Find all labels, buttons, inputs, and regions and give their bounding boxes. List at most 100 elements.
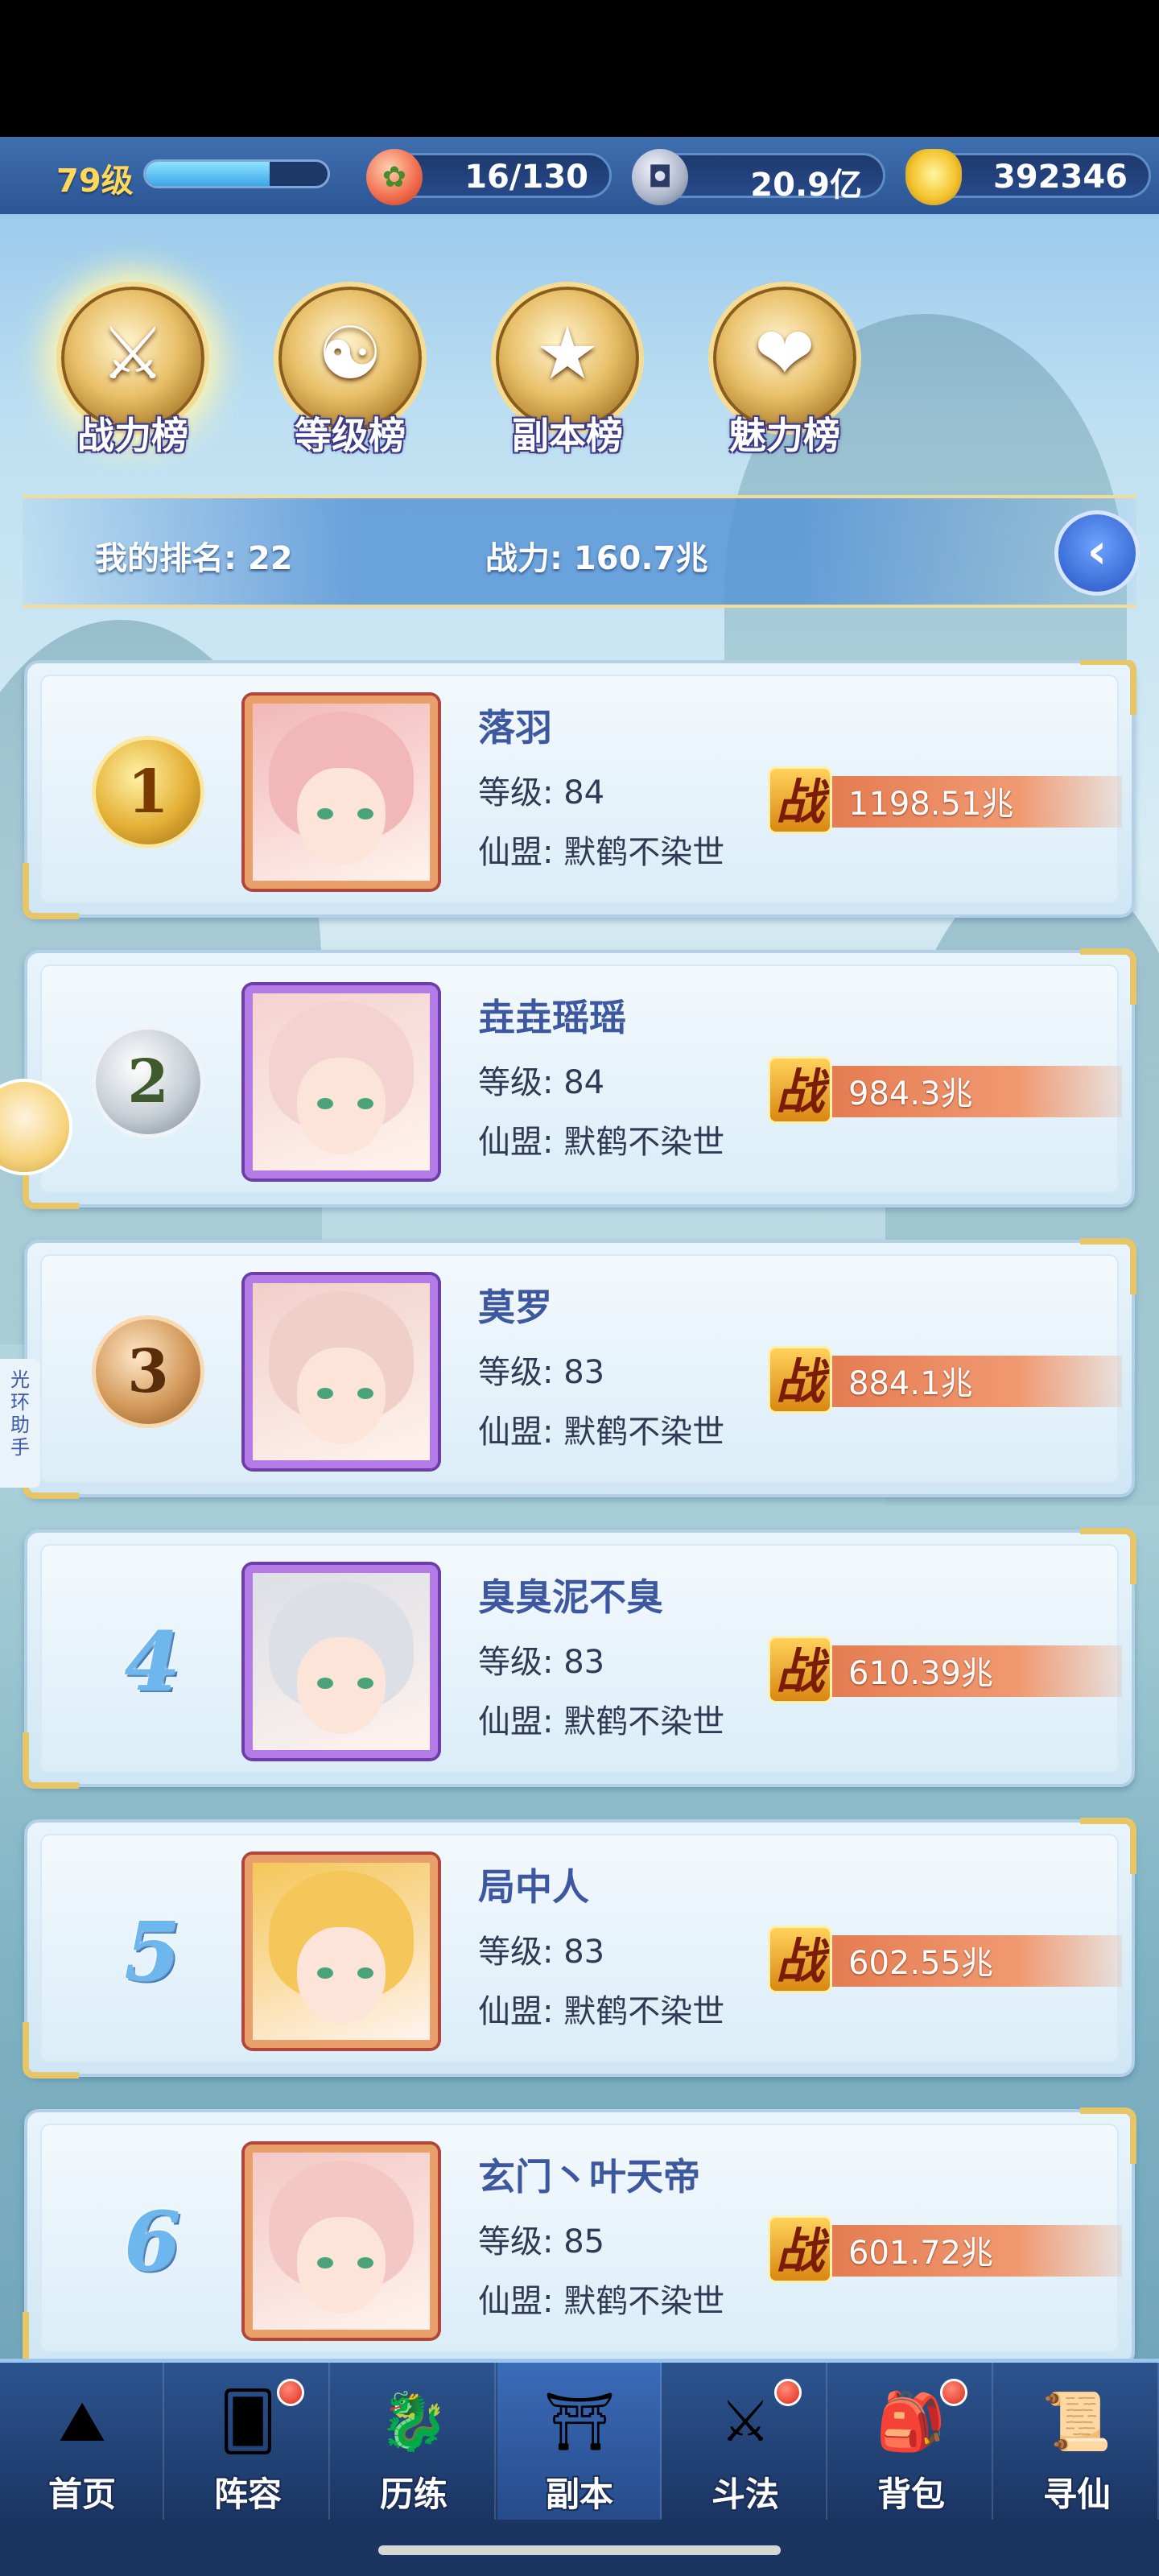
power-value: 601.72兆 [848, 2235, 993, 2272]
nav-item[interactable]: 🐉 历练 [332, 2363, 496, 2524]
player-name: 莫罗 [478, 1286, 552, 1329]
rank-number: 5 [124, 1904, 180, 1999]
avatar-eye [357, 808, 373, 819]
nav-icon: ⛩ [543, 2388, 616, 2454]
player-avatar[interactable] [245, 985, 438, 1179]
avatar-eye [357, 1678, 373, 1689]
side-assistant-tab[interactable]: 光环助手 [0, 1359, 40, 1488]
player-avatar[interactable] [245, 2145, 438, 2338]
player-guild: 仙盟: 默鹤不染世 [478, 834, 725, 871]
player-avatar[interactable] [245, 696, 438, 889]
ranking-card[interactable]: 5 局中人 等级: 83 仙盟: 默鹤不染世 战 602.55兆 [23, 1818, 1136, 2079]
rank-medal-icon: 2 [92, 1026, 204, 1138]
exp-progress-bar [143, 159, 330, 188]
avatar-eye [357, 2257, 373, 2268]
avatar-eye [317, 1388, 333, 1399]
tab-dungeon-ranking[interactable]: ★ 副本榜 [467, 266, 668, 475]
tab-label: 副本榜 [512, 414, 623, 457]
player-guild: 仙盟: 默鹤不染世 [478, 2283, 725, 2320]
nav-label: 首页 [47, 2475, 116, 2514]
power-value: 602.55兆 [848, 1945, 993, 1982]
avatar-eye [317, 2257, 333, 2268]
player-guild: 仙盟: 默鹤不染世 [478, 1703, 725, 1740]
ranking-card[interactable]: 4 臭臭泥不臭 等级: 83 仙盟: 默鹤不染世 战 610.39兆 [23, 1528, 1136, 1789]
power-value: 984.3兆 [848, 1075, 973, 1113]
battle-power-icon: 战 [768, 1056, 832, 1124]
tab-level-ranking[interactable]: ☯ 等级榜 [250, 266, 451, 475]
battle-power-icon: 战 [768, 1346, 832, 1414]
corner-ornament [1080, 660, 1136, 715]
corner-ornament [23, 2022, 79, 2079]
nav-item[interactable]: 📜 寻仙 [995, 2363, 1159, 2524]
my-rank-label: 我的排名: 22 [95, 540, 293, 577]
avatar-eye [357, 1967, 373, 1979]
nav-item[interactable]: ⛩ 副本 [497, 2363, 662, 2524]
nav-item[interactable]: ⛰ 首页 [0, 2363, 164, 2524]
ranking-tabs: ⚔ 战力榜 ☯ 等级榜 ★ 副本榜 ❤ 魅力榜 [0, 266, 1159, 475]
corner-ornament [1080, 1528, 1136, 1584]
ranking-card[interactable]: 2 垚垚瑶瑶 等级: 84 仙盟: 默鹤不染世 战 984.3兆 [23, 948, 1136, 1209]
ranking-card[interactable]: 3 莫罗 等级: 83 仙盟: 默鹤不染世 战 884.1兆 [23, 1238, 1136, 1499]
tab-power-ranking[interactable]: ⚔ 战力榜 [32, 266, 233, 475]
player-name: 局中人 [478, 1865, 589, 1909]
player-avatar[interactable] [245, 1275, 438, 1468]
avatar-eye [317, 1678, 333, 1689]
home-indicator-area [0, 2520, 1159, 2576]
ranking-card[interactable]: 1 落羽 等级: 84 仙盟: 默鹤不染世 战 1198.51兆 [23, 660, 1136, 919]
avatar-eye [317, 1098, 333, 1109]
avatar-eye [317, 1967, 333, 1979]
player-level: 等级: 83 [478, 1354, 605, 1391]
rank-number: 2 [127, 1047, 169, 1117]
nav-label: 副本 [545, 2475, 613, 2514]
player-guild: 仙盟: 默鹤不染世 [478, 1124, 725, 1161]
nav-icon: ⛰ [58, 2388, 106, 2454]
avatar-eye [317, 808, 333, 819]
ranking-card[interactable]: 6 玄门丶叶天帝 等级: 85 仙盟: 默鹤不染世 战 601.72兆 [23, 2107, 1136, 2359]
power-value: 884.1兆 [848, 1365, 973, 1402]
stamina-pill[interactable]: ✿ 16/130 [366, 149, 612, 205]
status-bar [0, 0, 1159, 137]
corner-ornament [1080, 2107, 1136, 2164]
power-value: 610.39兆 [848, 1655, 993, 1692]
corner-ornament [1080, 1238, 1136, 1294]
rank-number: 4 [124, 1614, 180, 1709]
nav-item[interactable]: 🎒 背包 [829, 2363, 993, 2524]
corner-ornament [1080, 1818, 1136, 1874]
notification-dot [774, 2379, 802, 2406]
tab-label: 战力榜 [77, 414, 188, 457]
back-button[interactable]: ‹ [1054, 510, 1140, 596]
player-avatar[interactable] [245, 1855, 438, 2048]
ranking-list[interactable]: 1 落羽 等级: 84 仙盟: 默鹤不染世 战 1198.51兆 2 垚垚瑶瑶 … [0, 660, 1159, 2359]
tab-glyph: ⚔ [100, 312, 166, 396]
gold-pill[interactable]: 392346 [905, 149, 1151, 205]
player-level: 等级: 84 [478, 774, 605, 811]
player-avatar[interactable] [245, 1565, 438, 1758]
home-indicator[interactable] [378, 2545, 781, 2555]
player-guild: 仙盟: 默鹤不染世 [478, 1414, 725, 1451]
nav-item[interactable]: ⚔ 斗法 [663, 2363, 827, 2524]
avatar-eye [357, 1098, 373, 1109]
bottom-navigation: ⛰ 首页 🂠 阵容 🐉 历练 ⛩ 副本 ⚔ 斗法 🎒 背包 📜 寻仙 [0, 2359, 1159, 2524]
tab-glyph: ❤ [754, 312, 815, 396]
my-power-label: 战力: 160.7兆 [485, 540, 708, 577]
nav-label: 背包 [876, 2475, 945, 2514]
player-level: 等级: 84 [478, 1064, 605, 1101]
battle-power-icon: 战 [768, 1636, 832, 1703]
side-assistant-label: 光环助手 [10, 1368, 30, 1459]
player-name: 玄门丶叶天帝 [478, 2155, 700, 2198]
tab-charm-ranking[interactable]: ❤ 魅力榜 [684, 266, 885, 475]
stamina-value: 16/130 [464, 159, 588, 196]
coin-icon: ◘ [632, 149, 688, 205]
tab-glyph: ☯ [317, 312, 383, 396]
tab-label: 魅力榜 [729, 414, 840, 457]
tab-label: 等级榜 [295, 414, 406, 457]
nav-label: 寻仙 [1042, 2475, 1111, 2514]
copper-pill[interactable]: ◘ 20.9亿 [632, 149, 885, 205]
exp-progress-fill [146, 162, 270, 186]
player-level: 等级: 85 [478, 2223, 605, 2260]
rank-number: 3 [127, 1337, 169, 1406]
avatar-eye [357, 1388, 373, 1399]
rank-medal-icon: 3 [92, 1315, 204, 1428]
player-name: 落羽 [478, 706, 552, 749]
nav-item[interactable]: 🂠 阵容 [166, 2363, 330, 2524]
